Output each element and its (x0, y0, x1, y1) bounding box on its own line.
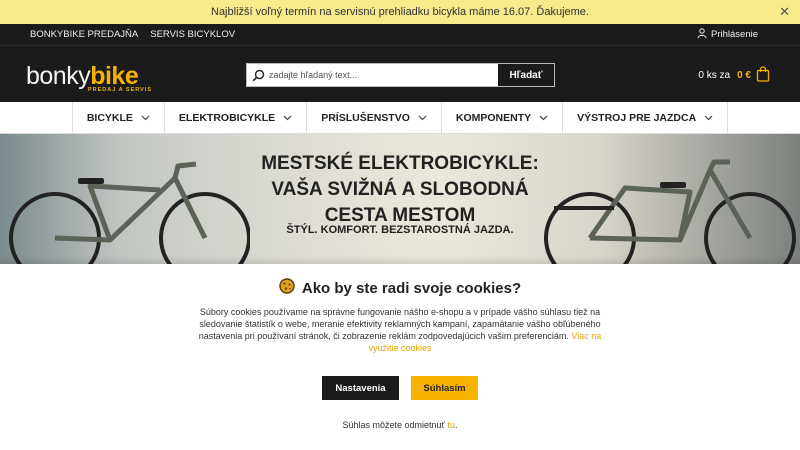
cookie-title: Ako by ste radi svoje cookies? (301, 279, 522, 297)
hero-banner[interactable]: MESTSKÉ ELEKTROBICYKLE: VAŠA SVIŽNÁ A SL… (0, 134, 800, 264)
cart[interactable]: 0 ks za 0 € (698, 66, 770, 85)
nav-item-label: VÝSTROJ PRE JAZDCA (577, 112, 697, 124)
search-box: Hľadať (246, 63, 555, 87)
header: bonkybike PREDAJ A SERVIS Hľadať 0 ks za… (0, 46, 800, 102)
logo-subtitle: PREDAJ A SERVIS (88, 87, 153, 93)
store-link[interactable]: BONKYBIKE PREDAJŇA (30, 29, 138, 40)
nav-item-label: PRÍSLUŠENSTVO (321, 112, 410, 124)
logo-text-yellow: bike (90, 62, 139, 90)
search-input[interactable] (269, 65, 498, 85)
hero-title: MESTSKÉ ELEKTROBICYKLE: VAŠA SVIŽNÁ A SL… (0, 151, 800, 229)
nav-item-label: KOMPONENTY (455, 112, 532, 124)
hero-title-line2: VAŠA SVIŽNÁ A SLOBODNÁ (271, 179, 529, 200)
cookie-settings-button[interactable]: Nastavenia (322, 376, 399, 400)
cookie-decline-suffix: . (454, 420, 458, 430)
cart-price: 0 € (737, 70, 751, 81)
notice-bar: Najbližší voľný termín na servisnú prehl… (0, 0, 800, 24)
cookie-decline-link[interactable]: tu (447, 420, 455, 430)
search-button[interactable]: Hľadať (498, 64, 554, 86)
nav-item-prislusenstvo[interactable]: PRÍSLUŠENSTVO (307, 102, 442, 134)
cookie-agree-button[interactable]: Súhlasím (411, 376, 478, 400)
login-label: Prihlásenie (711, 29, 758, 40)
chevron-down-icon (539, 112, 548, 124)
service-link[interactable]: SERVIS BICYKLOV (150, 29, 235, 40)
cookie-description: Súbory cookies používame na správne fung… (190, 306, 610, 354)
chevron-down-icon (141, 112, 150, 124)
cookie-icon (279, 278, 295, 298)
cookie-decline-text: Súhlas môžete odmietnuť (342, 420, 445, 430)
cookie-decline-note: Súhlas môžete odmietnuť tu. (0, 420, 800, 430)
search-icon (247, 69, 269, 82)
notice-text: Najbližší voľný termín na servisnú prehl… (211, 6, 589, 18)
cookie-description-text: Súbory cookies používame na správne fung… (198, 307, 601, 341)
cart-count: 0 ks za (698, 70, 731, 81)
nav-item-komponenty[interactable]: KOMPONENTY (442, 102, 564, 134)
chevron-down-icon (418, 112, 427, 124)
chevron-down-icon (283, 112, 292, 124)
login-link[interactable]: Prihlásenie (697, 28, 758, 41)
hero-title-line1: MESTSKÉ ELEKTROBICYKLE: (261, 153, 539, 174)
close-icon[interactable]: ✕ (779, 4, 790, 20)
chevron-down-icon (704, 112, 713, 124)
logo-text-white: bonky (26, 62, 91, 90)
user-icon (697, 28, 707, 41)
nav-item-elektrobicykle[interactable]: ELEKTROBICYKLE (165, 102, 308, 134)
nav-item-bicykle[interactable]: BICYKLE (71, 102, 165, 134)
top-links-bar: BONKYBIKE PREDAJŇA SERVIS BICYKLOV Prihl… (0, 24, 800, 46)
nav-item-label: ELEKTROBICYKLE (178, 112, 276, 124)
logo[interactable]: bonkybike (26, 62, 139, 90)
main-nav: BICYKLE ELEKTROBICYKLE PRÍSLUŠENSTVO KOM… (0, 102, 800, 134)
nav-item-label: BICYKLE (86, 112, 133, 124)
cookie-consent-panel: Ako by ste radi svoje cookies? Súbory co… (0, 264, 800, 450)
nav-item-vystroj[interactable]: VÝSTROJ PRE JAZDCA (563, 102, 729, 134)
cookie-heading: Ako by ste radi svoje cookies? (0, 278, 800, 298)
cart-bag-icon (756, 66, 770, 85)
hero-subtitle: ŠTÝL. KOMFORT. BEZSTAROSTNÁ JAZDA. (286, 224, 514, 236)
